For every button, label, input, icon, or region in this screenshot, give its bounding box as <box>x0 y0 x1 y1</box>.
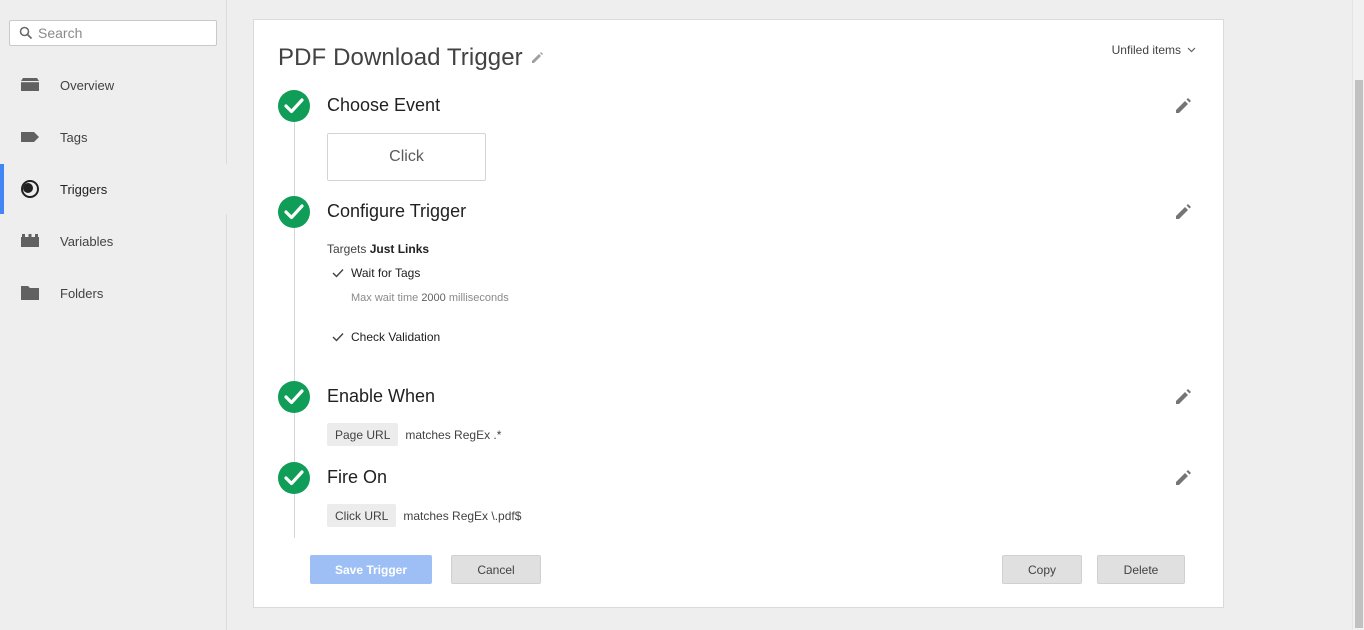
trigger-icon <box>21 180 39 198</box>
event-type-box[interactable]: Click <box>327 133 486 181</box>
sidebar: Overview Tags Triggers Variables Folders <box>0 0 227 630</box>
checkmark-icon <box>332 269 344 278</box>
overview-icon <box>21 78 39 91</box>
condition-text: matches RegEx .* <box>405 427 502 442</box>
max-wait-unit: milliseconds <box>448 292 509 304</box>
step-title-configure-trigger: Configure Trigger <box>327 201 467 221</box>
max-wait-note: Max wait time 2000 milliseconds <box>351 292 509 304</box>
wait-for-tags-label: Wait for Tags <box>351 266 421 280</box>
sidebar-item-folders[interactable]: Folders <box>0 268 227 318</box>
step-complete-check-icon <box>278 196 310 228</box>
cancel-button[interactable]: Cancel <box>451 555 541 584</box>
sidebar-item-variables[interactable]: Variables <box>0 216 227 266</box>
tag-icon <box>21 132 39 142</box>
checkmark-icon <box>332 333 344 342</box>
max-wait-value: 2000 <box>421 292 446 304</box>
edit-choose-event-pencil-icon[interactable] <box>1174 97 1192 115</box>
chevron-down-icon <box>1187 47 1196 53</box>
sidebar-item-label: Tags <box>60 129 88 145</box>
edit-title-pencil-icon[interactable] <box>530 51 544 65</box>
search-icon <box>19 26 33 40</box>
delete-button[interactable]: Delete <box>1097 555 1185 584</box>
edit-fire-on-pencil-icon[interactable] <box>1174 469 1192 487</box>
step-title-fire-on: Fire On <box>327 467 388 487</box>
folder-select[interactable]: Unfiled items <box>1112 43 1196 57</box>
step-title-choose-event: Choose Event <box>327 95 441 115</box>
folder-icon <box>21 286 39 300</box>
targets-value: Just Links <box>369 242 430 256</box>
sidebar-item-label: Variables <box>60 233 114 249</box>
folder-select-label: Unfiled items <box>1111 43 1181 57</box>
edit-configure-trigger-pencil-icon[interactable] <box>1174 203 1192 221</box>
enable-when-condition: Page URL matches RegEx .* <box>327 423 501 446</box>
wait-for-tags-row: Wait for Tags <box>332 266 420 280</box>
copy-button[interactable]: Copy <box>1002 555 1082 584</box>
max-wait-prefix: Max wait time <box>351 292 419 304</box>
check-validation-row: Check Validation <box>332 330 440 344</box>
targets-prefix: Targets <box>327 242 367 256</box>
page-title: PDF Download Trigger <box>278 44 523 71</box>
step-complete-check-icon <box>278 90 310 122</box>
variable-chip: Click URL <box>327 504 397 527</box>
page-scrollbar[interactable] <box>1352 0 1364 630</box>
sidebar-item-label: Triggers <box>60 181 108 197</box>
targets-summary: Targets Just Links <box>327 242 429 256</box>
event-type-label: Click <box>389 148 424 165</box>
search-box[interactable] <box>9 20 217 46</box>
trigger-editor-card: PDF Download Trigger Unfiled items Choos… <box>253 19 1224 608</box>
step-complete-check-icon <box>278 381 310 413</box>
variable-chip: Page URL <box>327 423 399 446</box>
sidebar-item-tags[interactable]: Tags <box>0 112 227 162</box>
sidebar-item-label: Folders <box>60 285 104 301</box>
search-input[interactable] <box>38 23 208 43</box>
sidebar-item-overview[interactable]: Overview <box>0 60 227 110</box>
variable-icon <box>21 234 39 247</box>
step-title-enable-when: Enable When <box>327 386 436 406</box>
sidebar-item-label: Overview <box>60 77 115 93</box>
condition-text: matches RegEx \.pdf$ <box>403 508 522 523</box>
scrollbar-thumb[interactable] <box>1355 80 1363 628</box>
edit-enable-when-pencil-icon[interactable] <box>1174 388 1192 406</box>
step-complete-check-icon <box>278 462 310 494</box>
sidebar-item-triggers[interactable]: Triggers <box>0 164 227 214</box>
check-validation-label: Check Validation <box>351 330 441 344</box>
fire-on-condition: Click URL matches RegEx \.pdf$ <box>327 504 521 527</box>
save-trigger-button[interactable]: Save Trigger <box>310 555 432 584</box>
